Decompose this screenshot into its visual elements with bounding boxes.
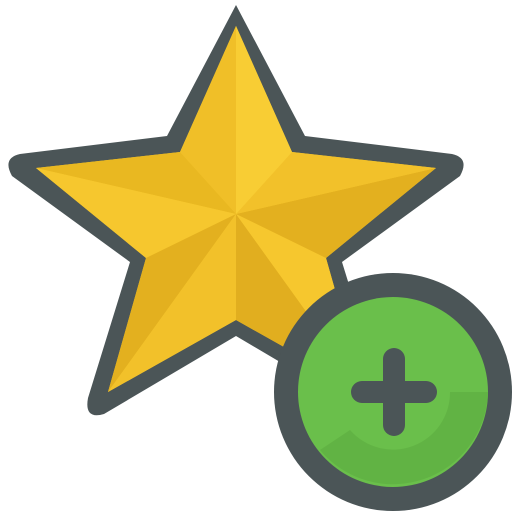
add-to-favorites-icon[interactable] [0, 0, 512, 512]
add-favorite-icon-canvas [0, 0, 512, 512]
add-badge[interactable] [274, 273, 512, 511]
